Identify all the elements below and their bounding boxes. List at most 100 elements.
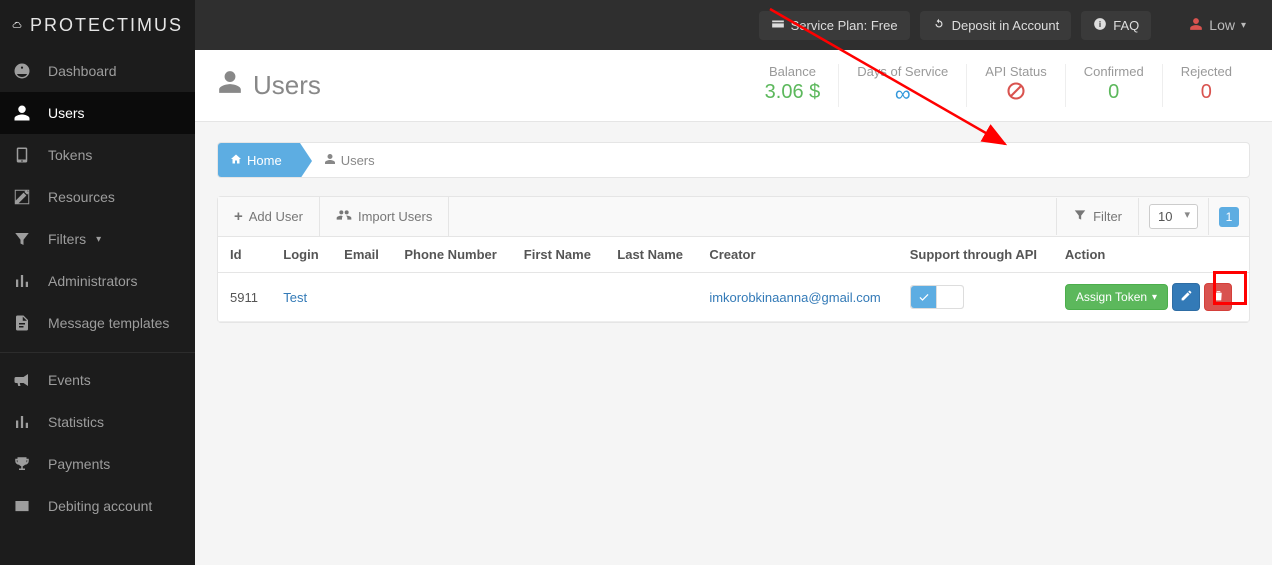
stat-label: Confirmed [1084, 64, 1144, 79]
page-size-select[interactable]: 10 [1149, 204, 1198, 229]
user-dropdown[interactable]: Low ▾ [1181, 11, 1254, 40]
breadcrumb: Home Users [217, 142, 1250, 178]
logo-icon [12, 11, 22, 39]
stats: Balance 3.06 $ Days of Service ∞ API Sta… [747, 64, 1250, 107]
breadcrumb-home[interactable]: Home [218, 143, 300, 177]
service-plan-button[interactable]: Service Plan: Free [759, 11, 910, 40]
sidebar-item-payments[interactable]: Payments [0, 443, 195, 485]
sidebar-item-label: Statistics [48, 414, 104, 430]
currency-icon [12, 497, 32, 515]
sidebar-item-label: Events [48, 372, 91, 388]
sidebar-item-label: Dashboard [48, 63, 117, 79]
login-link[interactable]: Test [283, 290, 307, 305]
cell-last-name [605, 273, 697, 322]
sidebar-item-dashboard[interactable]: Dashboard [0, 50, 195, 92]
deposit-label: Deposit in Account [952, 18, 1060, 33]
sidebar-item-debiting[interactable]: Debiting account [0, 485, 195, 527]
pagination: 1 [1208, 198, 1249, 235]
sidebar-item-resources[interactable]: Resources [0, 176, 195, 218]
bars-icon [12, 272, 32, 290]
stat-api: API Status [966, 64, 1064, 107]
sidebar-item-label: Users [48, 105, 85, 121]
nav-list-secondary: Events Statistics Payments Debiting acco… [0, 359, 195, 527]
user-icon [324, 153, 336, 168]
sidebar-item-message-templates[interactable]: Message templates [0, 302, 195, 344]
logo: PROTECTIMUS [0, 0, 195, 50]
stat-label: Balance [765, 64, 821, 79]
user-name: Low [1209, 17, 1235, 33]
user-icon [1189, 17, 1203, 34]
chevron-down-icon: ▾ [1152, 292, 1157, 303]
svg-text:i: i [1099, 19, 1101, 28]
page-number[interactable]: 1 [1219, 207, 1239, 227]
col-action: Action [1053, 237, 1249, 273]
add-user-button[interactable]: + Add User [218, 197, 320, 236]
toggle-knob [936, 286, 963, 308]
nav-list: Dashboard Users Tokens Resources Filters… [0, 50, 195, 344]
faq-button[interactable]: i FAQ [1081, 11, 1151, 40]
brand-text: PROTECTIMUS [30, 15, 183, 36]
deposit-button[interactable]: Deposit in Account [920, 11, 1072, 40]
home-icon [230, 153, 242, 168]
page-size: 10 [1138, 198, 1208, 235]
user-icon [217, 69, 243, 102]
edit-square-icon [12, 188, 32, 206]
sidebar-item-label: Payments [48, 456, 110, 472]
col-id: Id [218, 237, 271, 273]
nav-divider [0, 352, 195, 353]
filter-label: Filter [1093, 209, 1122, 224]
delete-button[interactable] [1204, 283, 1232, 311]
stat-label: Days of Service [857, 64, 948, 79]
cell-id: 5911 [218, 273, 271, 322]
filter-icon [12, 230, 32, 248]
chevron-down-icon: ▾ [96, 234, 101, 245]
sidebar-item-tokens[interactable]: Tokens [0, 134, 195, 176]
panel-toolbar: + Add User Import Users Filter [218, 197, 1249, 237]
import-users-button[interactable]: Import Users [320, 197, 449, 236]
users-icon [336, 207, 352, 226]
sidebar-item-label: Resources [48, 189, 115, 205]
sidebar-item-statistics[interactable]: Statistics [0, 401, 195, 443]
header-panel: Users Balance 3.06 $ Days of Service ∞ A… [195, 50, 1272, 122]
sidebar-item-filters[interactable]: Filters ▾ [0, 218, 195, 260]
file-icon [12, 314, 32, 332]
import-users-label: Import Users [358, 209, 432, 224]
assign-token-button[interactable]: Assign Token ▾ [1065, 284, 1168, 310]
card-icon [771, 17, 785, 34]
sidebar-item-events[interactable]: Events [0, 359, 195, 401]
sidebar-item-label: Tokens [48, 147, 92, 163]
breadcrumb-home-label: Home [247, 153, 282, 168]
sidebar-item-administrators[interactable]: Administrators [0, 260, 195, 302]
sidebar-item-users[interactable]: Users [0, 92, 195, 134]
info-icon: i [1093, 17, 1107, 34]
assign-token-label: Assign Token [1076, 290, 1147, 304]
chevron-down-icon: ▾ [1241, 20, 1246, 31]
col-creator: Creator [697, 237, 897, 273]
content: Home Users + Add User [195, 122, 1272, 343]
cell-first-name [512, 273, 606, 322]
col-email: Email [332, 237, 392, 273]
edit-button[interactable] [1172, 283, 1200, 311]
support-api-toggle[interactable] [910, 285, 964, 309]
breadcrumb-current: Users [300, 153, 387, 168]
sidebar: PROTECTIMUS Dashboard Users Tokens Resou… [0, 0, 195, 565]
stat-confirmed: Confirmed 0 [1065, 64, 1162, 107]
sidebar-item-label: Filters [48, 231, 86, 247]
refresh-icon [932, 17, 946, 34]
sidebar-item-label: Administrators [48, 273, 137, 289]
col-last-name: Last Name [605, 237, 697, 273]
sidebar-item-label: Message templates [48, 315, 169, 331]
table-row: 5911 Test imkorobkinaanna@gmail.com [218, 273, 1249, 322]
cell-email [332, 273, 392, 322]
filter-button[interactable]: Filter [1056, 198, 1138, 235]
trash-icon [1212, 289, 1225, 305]
dashboard-icon [12, 62, 32, 80]
cell-phone [392, 273, 511, 322]
service-plan-label: Service Plan: Free [791, 18, 898, 33]
cell-creator: imkorobkinaanna@gmail.com [697, 273, 897, 322]
faq-label: FAQ [1113, 18, 1139, 33]
trophy-icon [12, 455, 32, 473]
stat-value: 0 [1084, 81, 1144, 104]
creator-link[interactable]: imkorobkinaanna@gmail.com [709, 290, 880, 305]
stat-label: Rejected [1181, 64, 1232, 79]
